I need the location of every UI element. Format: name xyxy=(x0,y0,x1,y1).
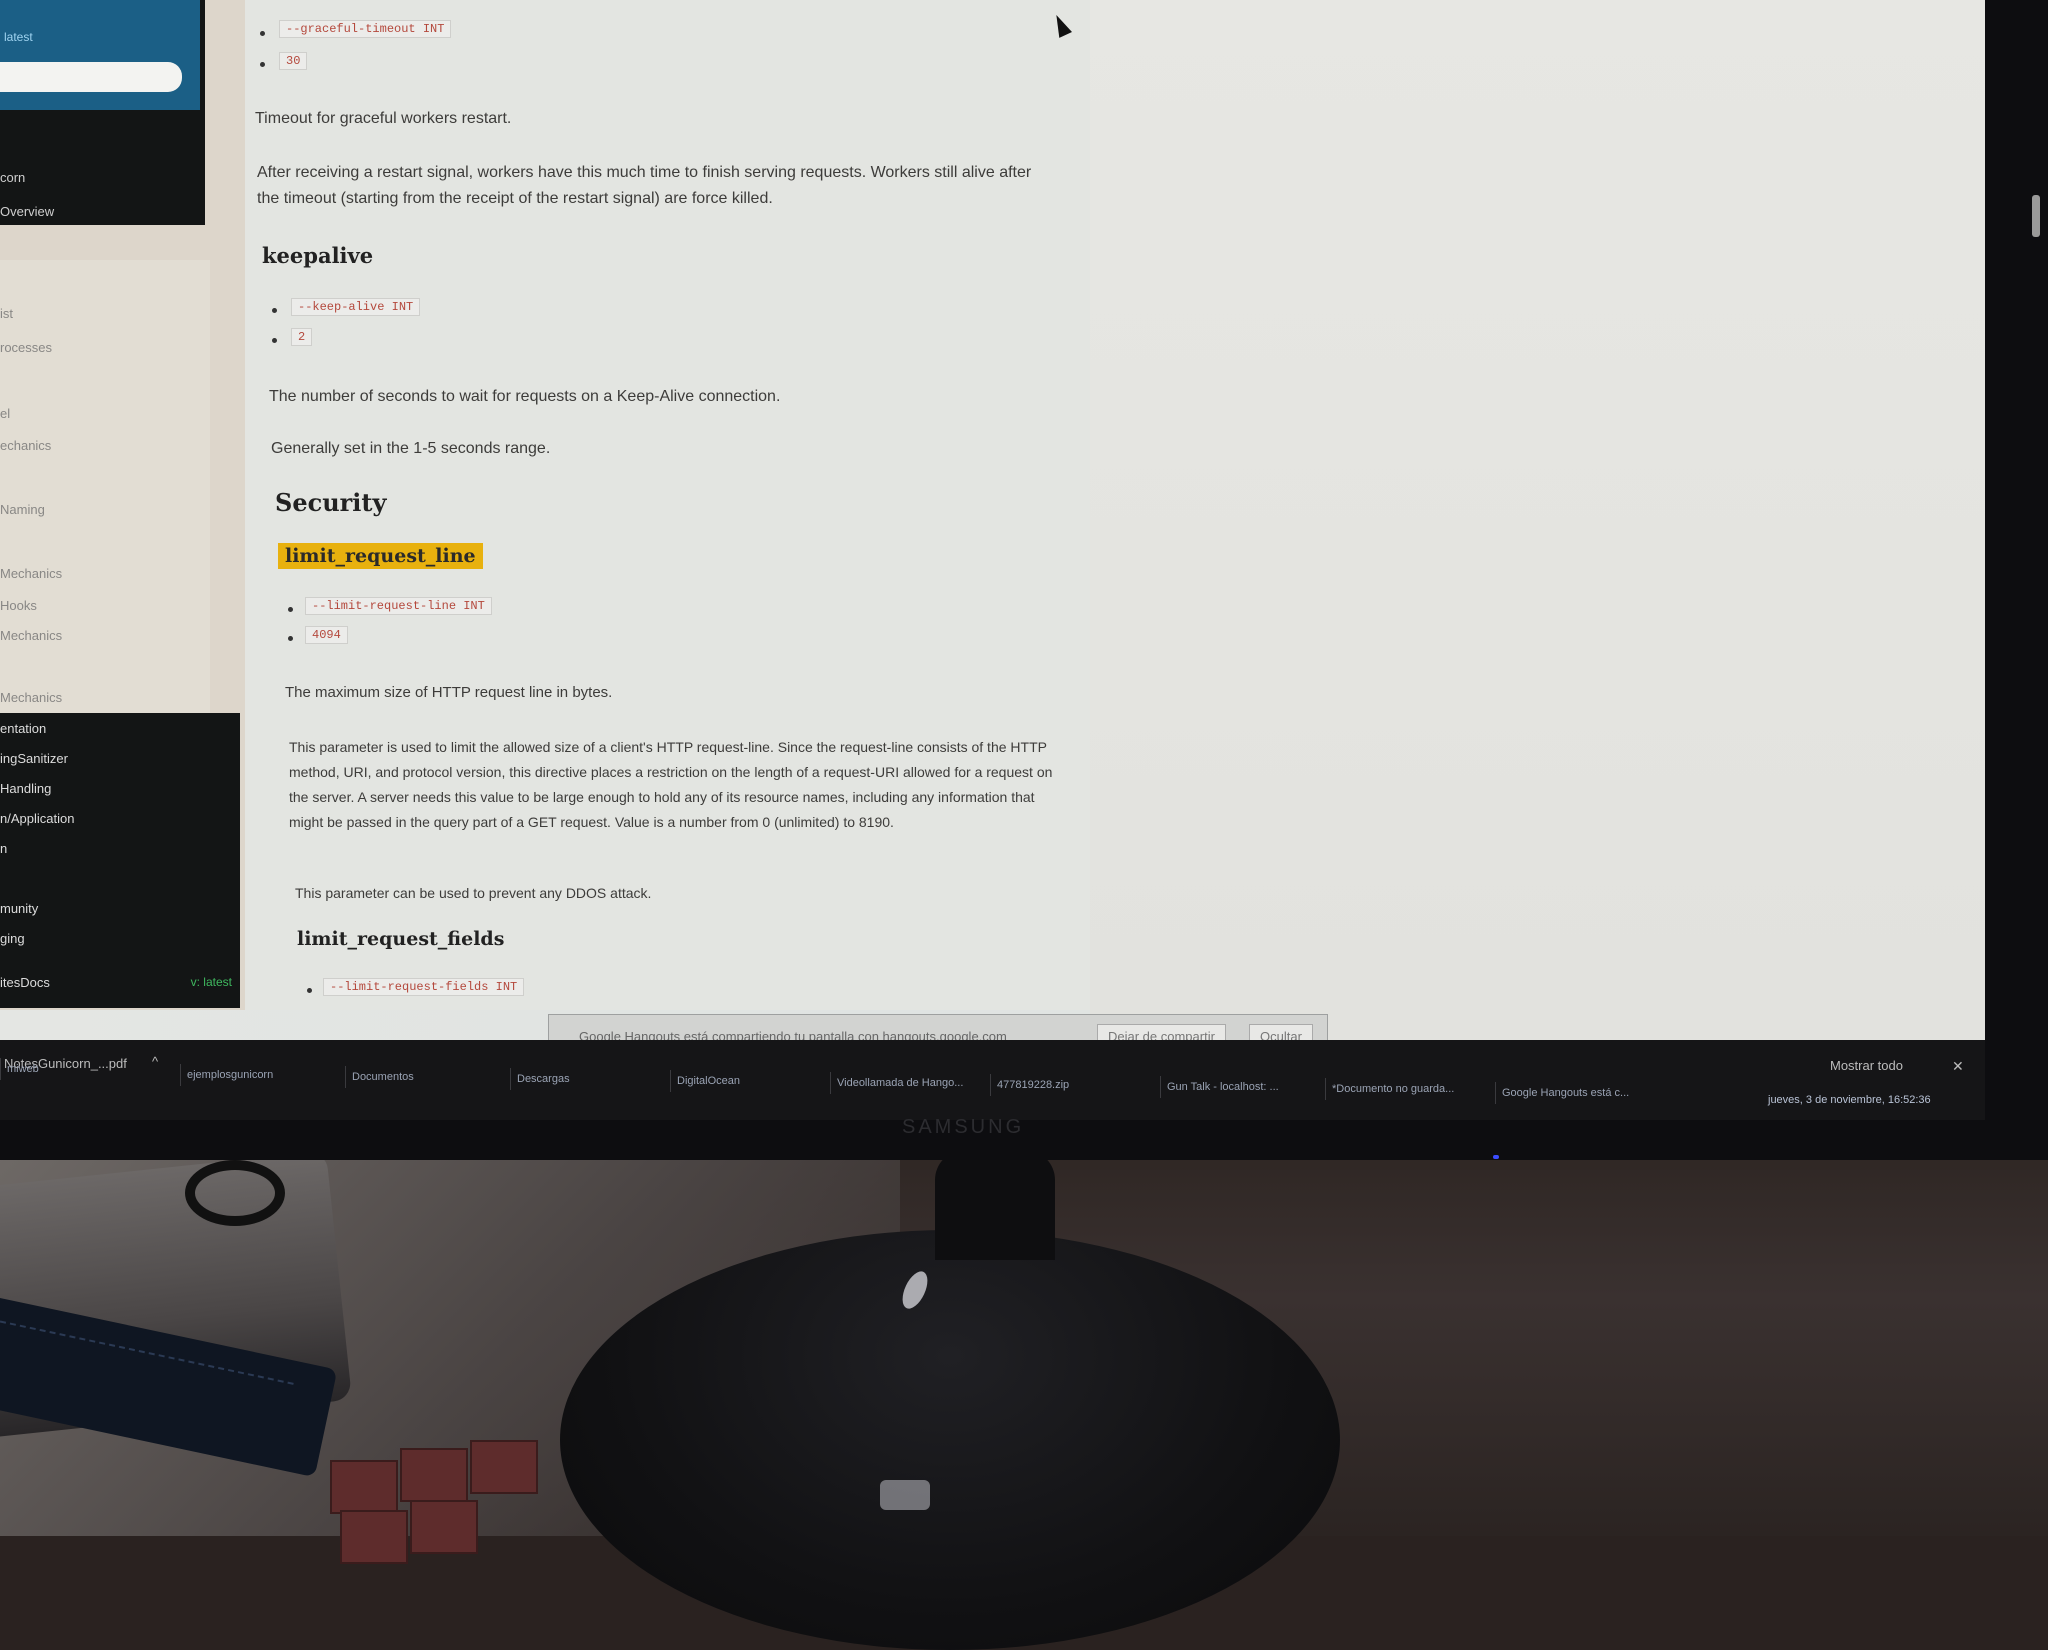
system-clock[interactable]: jueves, 3 de noviembre, 16:52:36 xyxy=(1768,1094,1931,1106)
sidebar-item[interactable]: echanics xyxy=(0,438,51,453)
task-button[interactable]: *Documento no guarda... xyxy=(1325,1078,1460,1100)
sidebar-item[interactable]: ist xyxy=(0,306,13,321)
list-bullet xyxy=(288,607,293,612)
cube-tile xyxy=(340,1510,408,1564)
power-led xyxy=(1493,1155,1499,1159)
list-bullet xyxy=(260,62,265,67)
sidebar-item[interactable]: ging xyxy=(0,931,25,946)
scrollbar-thumb[interactable] xyxy=(2032,195,2040,237)
task-list: miweb ejemplosgunicorn Documentos Descar… xyxy=(0,1058,1985,1104)
setting-description: Timeout for graceful workers restart. xyxy=(255,110,512,127)
cube-tile xyxy=(400,1448,468,1502)
sidebar-item[interactable]: entation xyxy=(0,721,46,736)
setting-title: limit_request_fields xyxy=(297,928,505,950)
empty-page-area xyxy=(1090,0,1985,1040)
code-flag: --limit-request-fields INT xyxy=(323,978,525,996)
setting-note: This parameter can be used to prevent an… xyxy=(295,885,652,901)
task-button[interactable]: Videollamada de Hango... xyxy=(830,1072,969,1094)
version-badge[interactable]: v: latest xyxy=(191,975,232,989)
monitor-stand-neck xyxy=(935,1150,1055,1260)
task-button[interactable]: Documentos xyxy=(345,1066,420,1088)
code-flag: --graceful-timeout INT xyxy=(279,20,452,38)
setting-note: Generally set in the 1-5 seconds range. xyxy=(271,440,551,457)
setting-description: The maximum size of HTTP request line in… xyxy=(285,684,613,701)
setting-description: The number of seconds to wait for reques… xyxy=(269,388,781,405)
task-button[interactable]: Descargas xyxy=(510,1068,576,1090)
sidebar-item[interactable]: el xyxy=(0,406,10,421)
monitor-brand-logo: SAMSUNG xyxy=(902,1116,1025,1138)
key-ring xyxy=(185,1160,285,1226)
task-button[interactable]: Gun Talk - localhost: ... xyxy=(1160,1076,1285,1098)
list-bullet xyxy=(272,308,277,313)
sidebar-nav-light: ist rocesses el echanics Naming Mechanic… xyxy=(0,260,210,715)
sidebar-link[interactable]: corn xyxy=(0,170,25,185)
code-flag: --keep-alive INT xyxy=(291,298,421,316)
list-bullet xyxy=(307,988,312,993)
screen: latest corn Overview ist rocesses el ech… xyxy=(0,0,1985,1040)
cube-tile xyxy=(470,1440,538,1494)
docs-sidebar: latest corn Overview ist rocesses el ech… xyxy=(0,0,245,1010)
code-default: 2 xyxy=(291,328,313,346)
monitor-stand-base xyxy=(560,1230,1340,1650)
setting-title: keepalive xyxy=(262,243,374,268)
sidebar-item[interactable]: Mechanics xyxy=(0,628,62,643)
sidebar-item[interactable]: ingSanitizer xyxy=(0,751,68,766)
sidebar-item[interactable]: n xyxy=(0,841,7,856)
cube-tile xyxy=(410,1500,478,1554)
task-button[interactable]: Google Hangouts está c... xyxy=(1495,1082,1635,1104)
sidebar-link[interactable]: Overview xyxy=(0,204,54,219)
puzzle-cube xyxy=(330,1440,630,1564)
list-bullet xyxy=(272,338,277,343)
sidebar-brand: latest xyxy=(0,0,200,110)
sidebar-nav-dark: entation ingSanitizer Handling n/Applica… xyxy=(0,713,240,1008)
setting-title-highlighted: limit_request_line xyxy=(278,543,483,569)
cable-plug xyxy=(880,1480,930,1510)
task-button[interactable]: ejemplosgunicorn xyxy=(180,1064,279,1086)
sidebar-item[interactable]: n/Application xyxy=(0,811,74,826)
brand-link[interactable]: latest xyxy=(4,30,33,44)
code-default: 4094 xyxy=(305,626,348,644)
task-button[interactable]: miweb xyxy=(0,1058,45,1080)
sidebar-item[interactable]: Handling xyxy=(0,781,51,796)
sidebar-item[interactable]: Mechanics xyxy=(0,690,62,705)
list-bullet xyxy=(288,636,293,641)
search-input[interactable] xyxy=(0,62,182,92)
search-highlight: limit_request_line xyxy=(278,543,483,569)
list-bullet xyxy=(260,31,265,36)
sidebar-item[interactable]: itesDocs xyxy=(0,975,50,990)
setting-detail: After receiving a restart signal, worker… xyxy=(257,164,1032,207)
cube-tile xyxy=(330,1460,398,1514)
code-default: 30 xyxy=(279,52,308,70)
code-flag: --limit-request-line INT xyxy=(305,597,492,615)
task-button[interactable]: 477819228.zip xyxy=(990,1074,1075,1096)
sidebar-item[interactable]: munity xyxy=(0,901,38,916)
docs-content: --graceful-timeout INT 30 Timeout for gr… xyxy=(245,0,1090,1010)
task-button[interactable]: DigitalOcean xyxy=(670,1070,746,1092)
sidebar-item[interactable]: rocesses xyxy=(0,340,52,355)
sidebar-item[interactable]: Hooks xyxy=(0,598,37,613)
sidebar-item[interactable]: Naming xyxy=(0,502,45,517)
setting-detail: This parameter is used to limit the allo… xyxy=(289,739,1053,830)
sidebar-item[interactable]: Mechanics xyxy=(0,566,62,581)
monitor: latest corn Overview ist rocesses el ech… xyxy=(0,0,2048,1160)
section-title: Security xyxy=(275,488,387,517)
